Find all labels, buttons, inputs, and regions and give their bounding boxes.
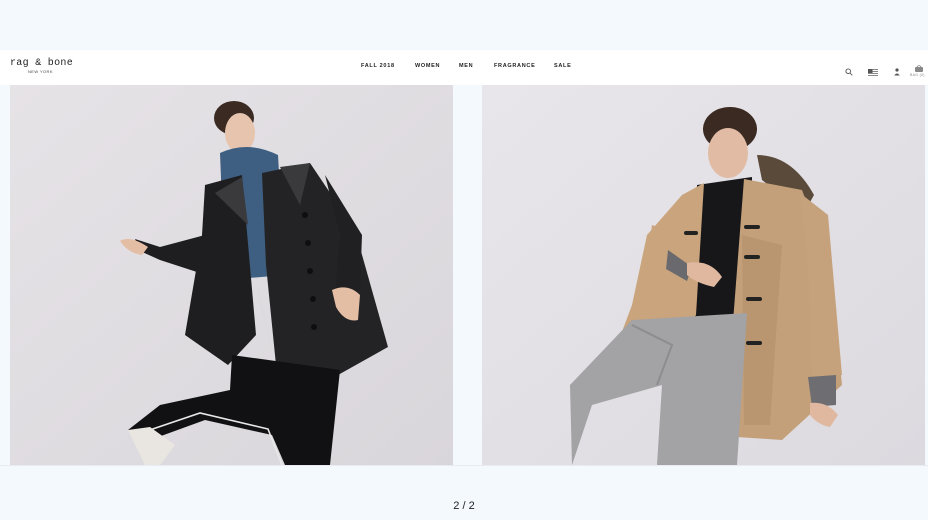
site-header: rag & bone NEW YORK FALL 2018 WOMEN MEN … — [0, 50, 928, 85]
main-nav: FALL 2018 WOMEN MEN FRAGRANCE SALE — [0, 63, 928, 73]
gallery-pager: 2 / 2 — [453, 500, 475, 512]
search-icon[interactable] — [845, 63, 853, 81]
us-flag-icon[interactable] — [868, 63, 878, 81]
nav-item-sale[interactable]: SALE — [554, 63, 571, 69]
nav-item-fall-2018[interactable]: FALL 2018 — [361, 63, 395, 69]
nav-item-men[interactable]: MEN — [459, 63, 473, 69]
nav-item-fragrance[interactable]: FRAGRANCE — [494, 63, 535, 69]
gallery-image-women[interactable] — [10, 85, 453, 465]
account-icon[interactable] — [894, 63, 900, 81]
footer-divider — [0, 465, 928, 466]
bag-label[interactable]: BAG (0) — [910, 73, 928, 77]
gallery-image-men[interactable] — [482, 85, 925, 465]
nav-item-women[interactable]: WOMEN — [415, 63, 440, 69]
